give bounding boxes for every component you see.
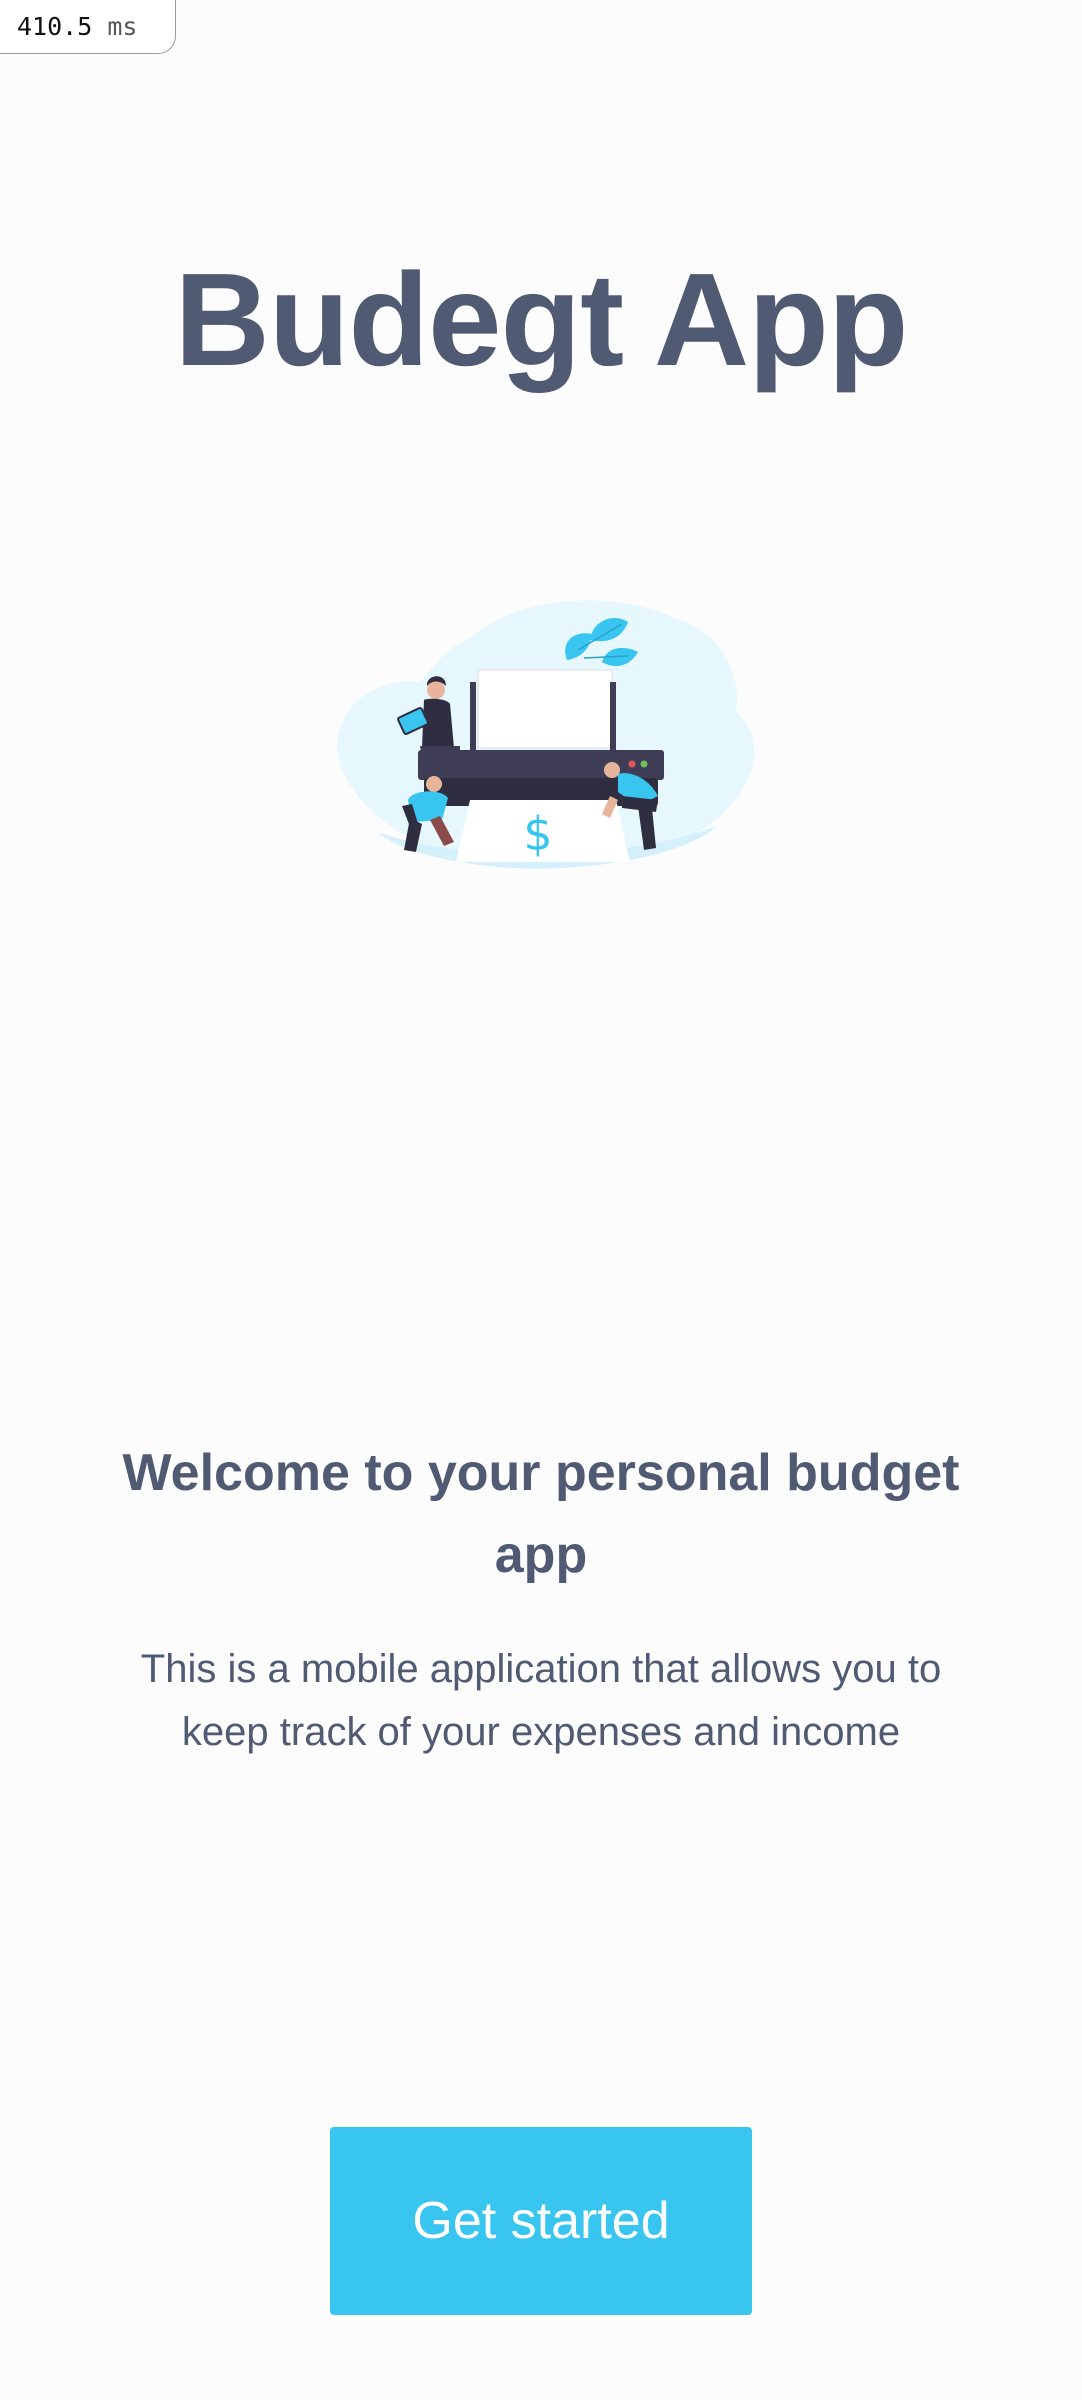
- welcome-heading: Welcome to your personal budget app: [122, 1444, 960, 1584]
- app-title: Budegt App: [174, 246, 909, 393]
- welcome-description: This is a mobile application that allows…: [140, 1647, 942, 1754]
- printer-light-red: [628, 760, 636, 768]
- printer-light-green: [640, 760, 648, 768]
- render-time-badge: 410.5 ms: [0, 0, 176, 54]
- get-started-button[interactable]: Get started: [330, 2127, 752, 2315]
- hero-illustration: $: [337, 600, 755, 869]
- printer-paper-guide-right: [610, 682, 616, 752]
- printer-paper-guide-left: [470, 682, 476, 752]
- currency-symbol: $: [523, 807, 552, 861]
- paper-input: [477, 669, 613, 749]
- render-time-unit: ms: [107, 12, 138, 41]
- render-time-value: 410.5: [17, 12, 93, 41]
